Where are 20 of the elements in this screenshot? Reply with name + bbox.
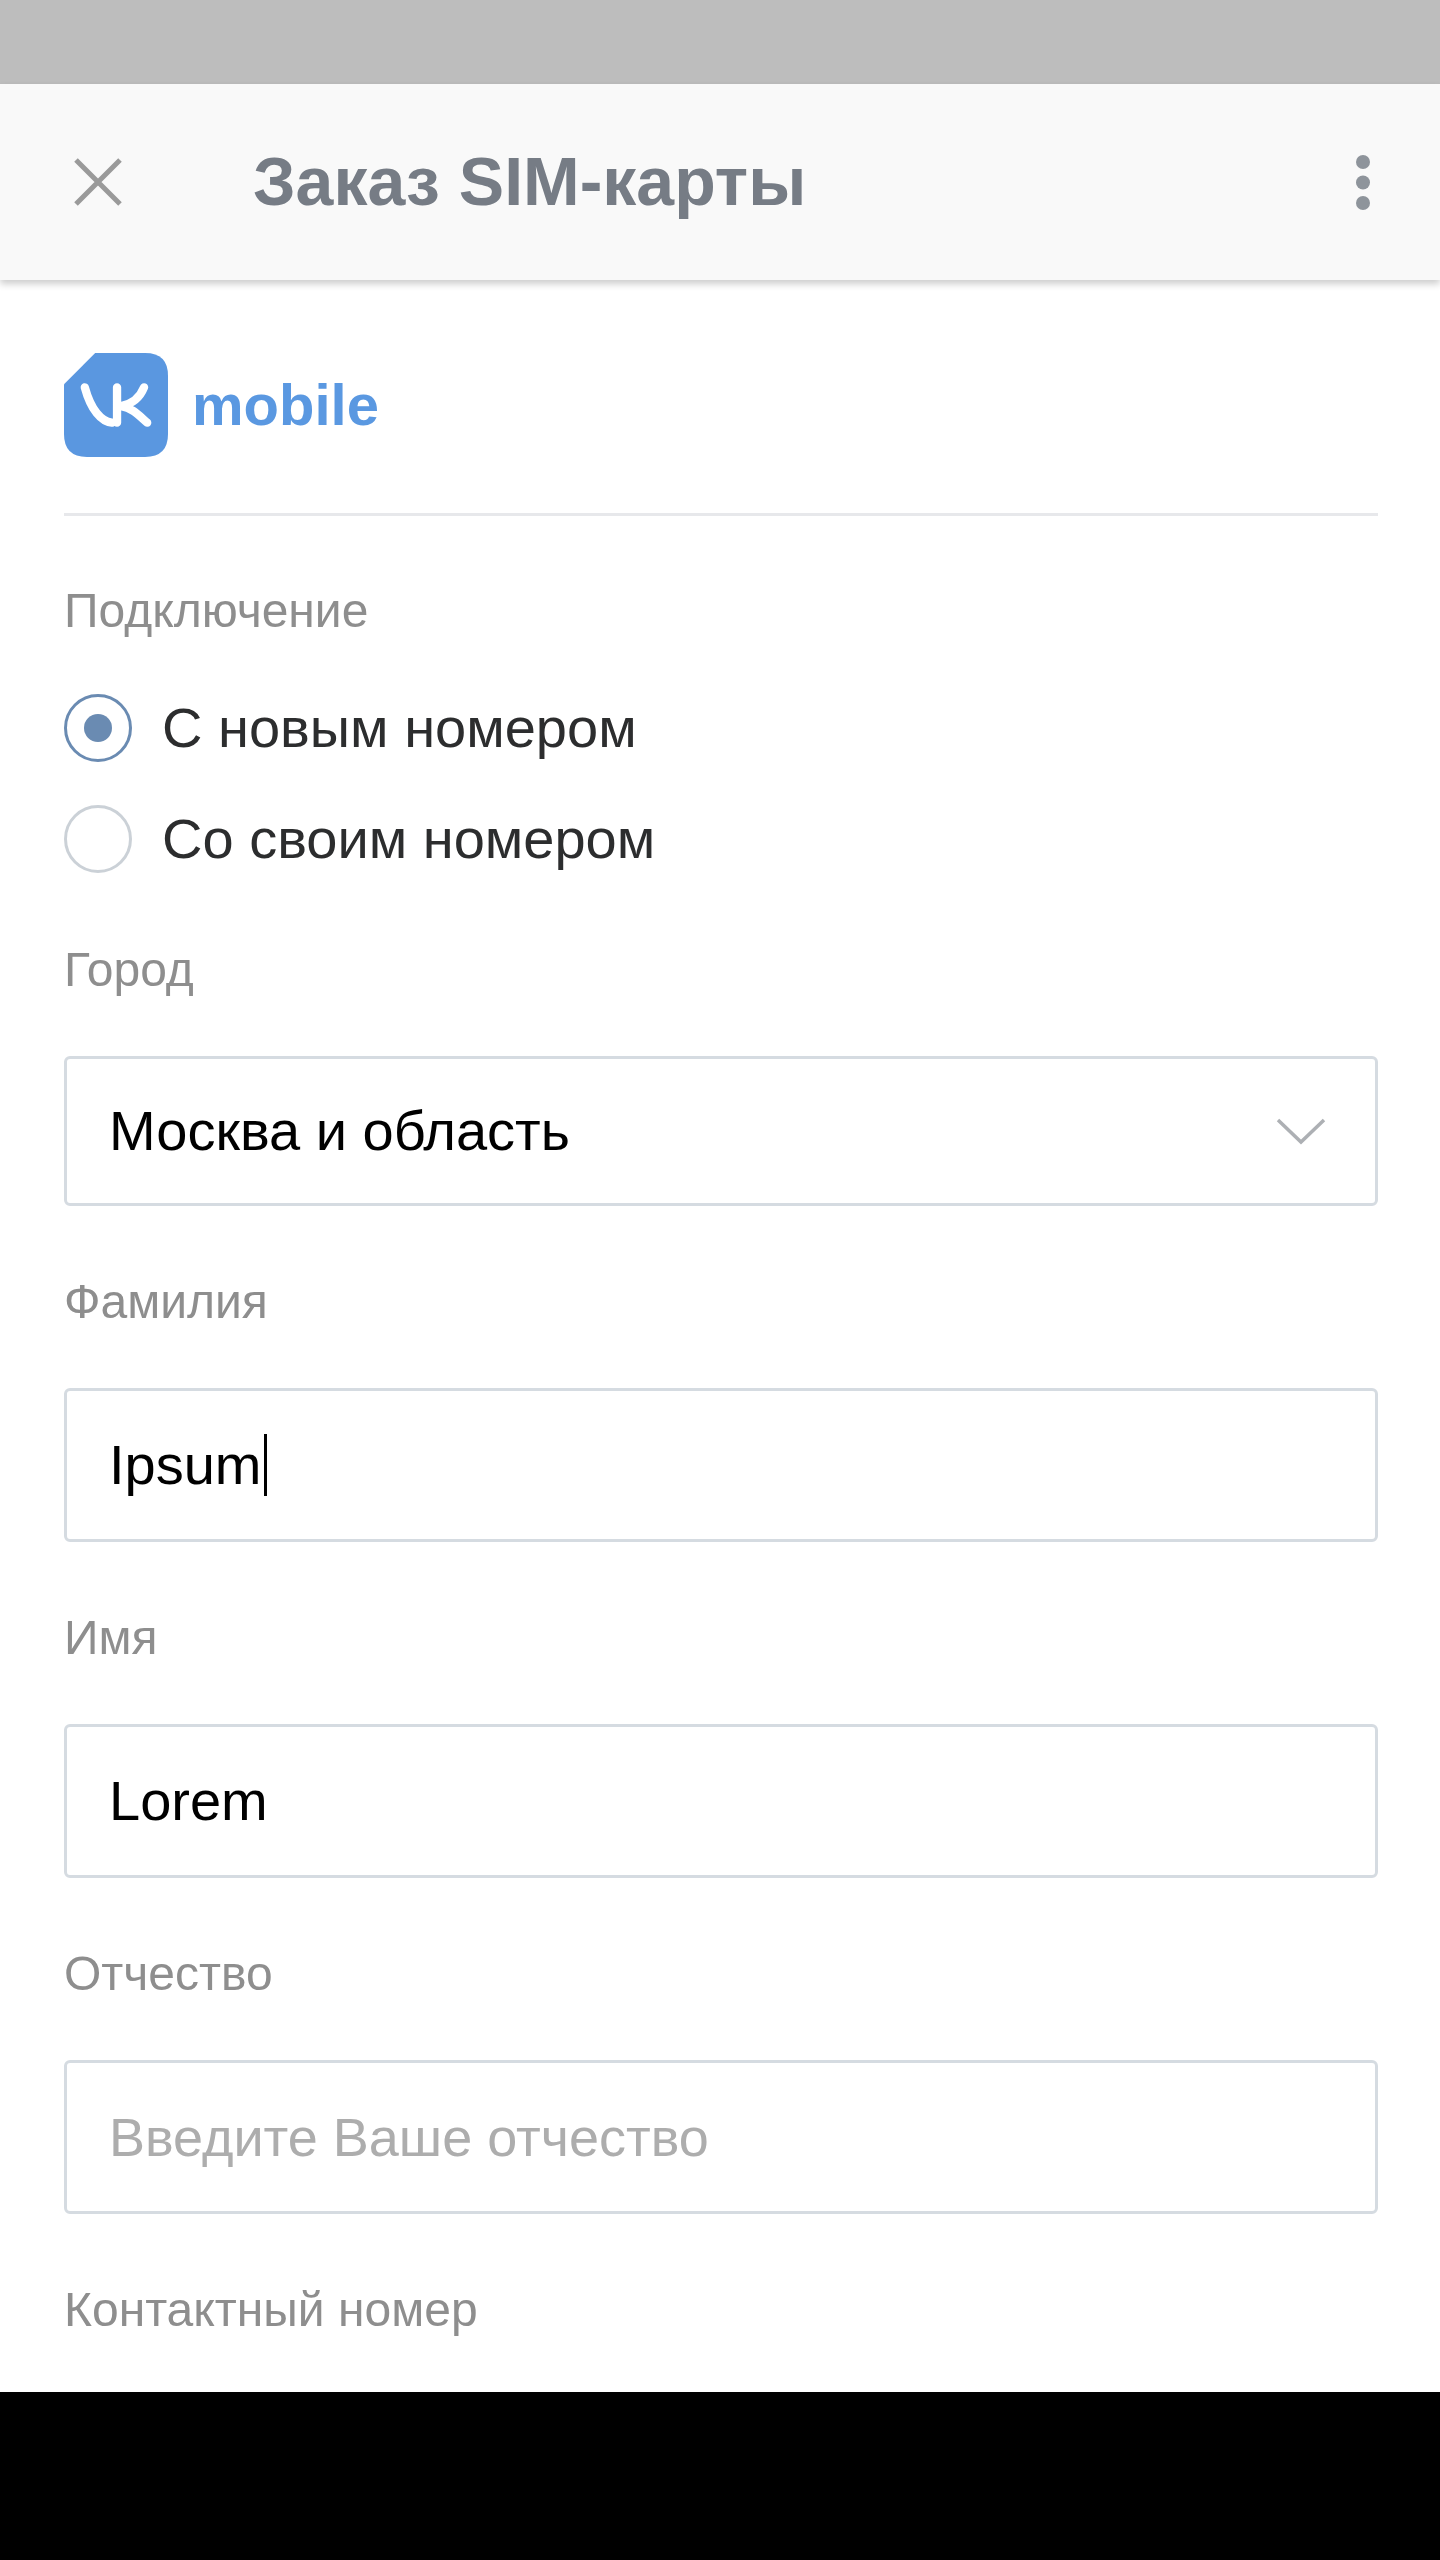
more-options-icon[interactable] — [1356, 154, 1370, 210]
chevron-down-icon — [1276, 1117, 1326, 1145]
input-field[interactable]: Lorem — [64, 1724, 1378, 1878]
logo-icon — [64, 353, 168, 457]
field-label: Город — [64, 942, 194, 998]
logo-text: mobile — [192, 371, 379, 439]
dropdown-field[interactable]: Москва и область — [64, 1056, 1378, 1206]
radio-option[interactable]: С новым номером — [64, 672, 637, 783]
screen-title: Заказ SIM-карты — [253, 142, 808, 222]
input-field[interactable]: Введите Ваше отчество — [64, 2060, 1378, 2214]
radio-option[interactable]: Со своим номером — [64, 783, 656, 894]
section-label: Подключение — [64, 583, 369, 639]
field-label: Отчество — [64, 1946, 273, 2002]
radio-button[interactable] — [64, 693, 132, 762]
close-icon[interactable] — [72, 156, 124, 208]
field-label: Контактный номер — [64, 2282, 478, 2338]
field-label: Имя — [64, 1610, 158, 1666]
radio-button[interactable] — [64, 804, 132, 873]
input-field[interactable]: Ipsum — [64, 1388, 1378, 1542]
field-label: Фамилия — [64, 1274, 268, 1330]
